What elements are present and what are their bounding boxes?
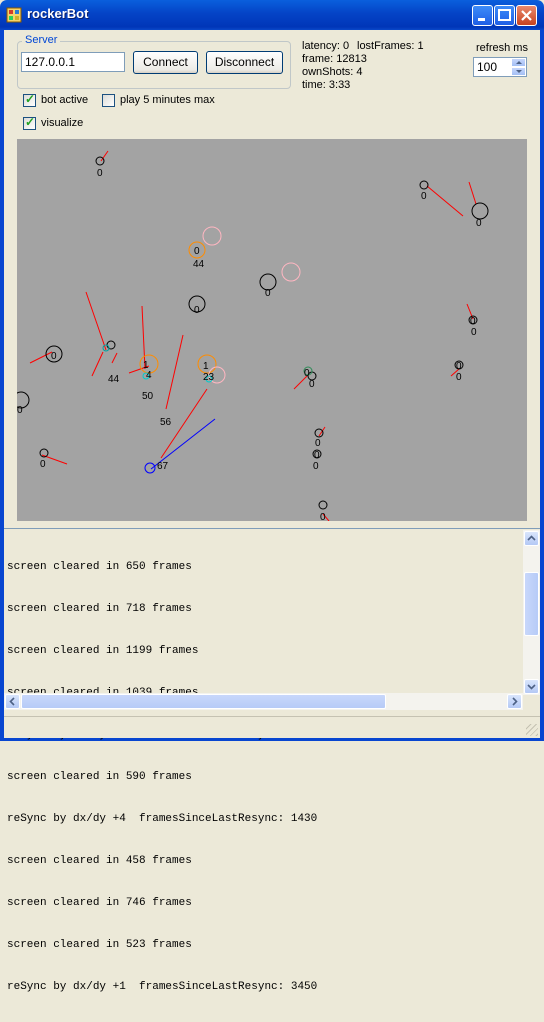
canvas-label: 0 <box>320 512 326 521</box>
log-horizontal-scrollbar[interactable] <box>4 693 523 710</box>
log-line: screen cleared in 523 frames <box>7 939 192 951</box>
log-vertical-scroll-thumb[interactable] <box>524 572 539 636</box>
velocity-vector <box>100 150 109 162</box>
canvas-label: 4 <box>146 370 152 381</box>
log-line: reSync by dx/dy +1 framesSinceLastResync… <box>7 981 318 993</box>
app-icon <box>6 7 22 23</box>
velocity-vector <box>91 351 104 377</box>
play-5-minutes-checkbox[interactable] <box>102 94 115 107</box>
canvas-label: 1 <box>203 361 209 372</box>
canvas-label: 44 <box>193 259 205 270</box>
canvas-label: 44 <box>108 374 120 385</box>
canvas-label: 0 <box>51 351 57 362</box>
lost-frames-readout: lostFrames: 1 <box>357 40 424 52</box>
play-5-minutes-label: play 5 minutes max <box>120 94 215 106</box>
status-bar <box>4 716 540 738</box>
log-line: screen cleared in 1199 frames <box>7 645 199 657</box>
log-horizontal-scroll-thumb[interactable] <box>21 694 386 709</box>
window-border-right <box>540 30 544 741</box>
bot-active-checkbox[interactable] <box>23 92 36 107</box>
close-button[interactable] <box>516 5 537 26</box>
log-line: screen cleared in 458 frames <box>7 855 192 867</box>
canvas-label: 0 <box>17 405 23 416</box>
canvas-label: 0 <box>470 316 476 327</box>
spin-down-icon[interactable] <box>511 67 526 76</box>
canvas-label: 0 <box>309 379 315 390</box>
canvas-label: 0 <box>315 438 321 449</box>
canvas-label: 0 <box>313 461 319 472</box>
window-title: rockerBot <box>27 6 89 21</box>
time-readout: time: 3:33 <box>302 79 351 91</box>
ship <box>106 340 116 350</box>
visualize-label: visualize <box>41 117 84 129</box>
velocity-vector <box>426 185 464 217</box>
log-lines: screen cleared in 650 frames screen clea… <box>7 532 517 1022</box>
own-shots-readout: ownShots: 4 <box>302 66 363 78</box>
visualize-checkbox[interactable] <box>23 115 36 130</box>
canvas-label: 23 <box>203 372 215 383</box>
connect-button[interactable]: Connect <box>133 51 198 74</box>
log-line: screen cleared in 590 frames <box>7 771 192 783</box>
log-line: screen cleared in 650 frames <box>7 561 192 573</box>
velocity-vector <box>111 352 118 364</box>
bot-active-label: bot active <box>41 94 89 106</box>
canvas-label: 0 <box>304 368 310 379</box>
spin-up-icon[interactable] <box>511 58 526 67</box>
log-line: screen cleared in 746 frames <box>7 897 192 909</box>
canvas-label: 0 <box>97 168 103 179</box>
refresh-label: refresh ms <box>476 42 528 54</box>
frame-readout: frame: 12813 <box>302 53 367 65</box>
scroll-up-icon[interactable] <box>524 531 539 546</box>
scroll-down-icon[interactable] <box>524 679 539 694</box>
minimize-button[interactable] <box>472 5 493 26</box>
ship <box>318 500 328 510</box>
log-textbox[interactable]: screen cleared in 650 frames screen clea… <box>4 528 540 993</box>
ship <box>95 156 105 166</box>
game-visualization-svg: 0 0 0 0 44 0 0 0 0 0 44 4 50 1 23 0 0 0 … <box>17 150 489 521</box>
server-group-label: Server <box>22 34 61 46</box>
latency-readout: latency: 0 <box>302 40 350 52</box>
velocity-vector <box>468 181 477 205</box>
canvas-label: 0 <box>265 288 271 299</box>
velocity-vector <box>85 291 107 351</box>
canvas-label: 0 <box>314 450 320 461</box>
resize-grip-icon[interactable] <box>526 724 538 736</box>
velocity-vector <box>29 351 53 364</box>
server-address-input[interactable]: 127.0.0.1 <box>21 52 125 72</box>
velocity-vector <box>318 426 326 437</box>
canvas-label: 67 <box>157 461 169 472</box>
scroll-left-icon[interactable] <box>5 694 20 709</box>
target <box>202 226 222 246</box>
canvas-label: 1 <box>143 360 149 371</box>
canvas-label: 0 <box>476 218 482 229</box>
canvas-label: 0 <box>421 191 427 202</box>
refresh-ms-value: 100 <box>477 60 498 74</box>
log-line: screen cleared in 718 frames <box>7 603 192 615</box>
log-vertical-scrollbar[interactable] <box>523 530 540 695</box>
ship <box>419 180 429 190</box>
scroll-right-icon[interactable] <box>507 694 522 709</box>
canvas-label: 0 <box>471 327 477 338</box>
target <box>281 262 301 282</box>
canvas-label: 0 <box>456 372 462 383</box>
canvas-label: 50 <box>142 391 154 402</box>
canvas-label: 56 <box>160 417 172 428</box>
maximize-button[interactable] <box>494 5 515 26</box>
title-bar[interactable]: rockerBot <box>0 0 544 30</box>
refresh-ms-spinner[interactable]: 100 <box>473 57 527 77</box>
log-line: reSync by dx/dy +4 framesSinceLastResync… <box>7 813 318 825</box>
own-ship <box>144 462 156 474</box>
canvas-label: 0 <box>40 459 46 470</box>
canvas-label: 0 <box>456 361 462 372</box>
canvas-label: 0 <box>194 305 200 316</box>
canvas-label: 0 <box>194 246 200 257</box>
ship <box>471 202 489 220</box>
velocity-vector <box>165 334 184 410</box>
disconnect-button[interactable]: Disconnect <box>206 51 283 74</box>
game-visualization-canvas: 0 0 0 0 44 0 0 0 0 0 44 4 50 1 23 0 0 0 … <box>17 139 527 521</box>
